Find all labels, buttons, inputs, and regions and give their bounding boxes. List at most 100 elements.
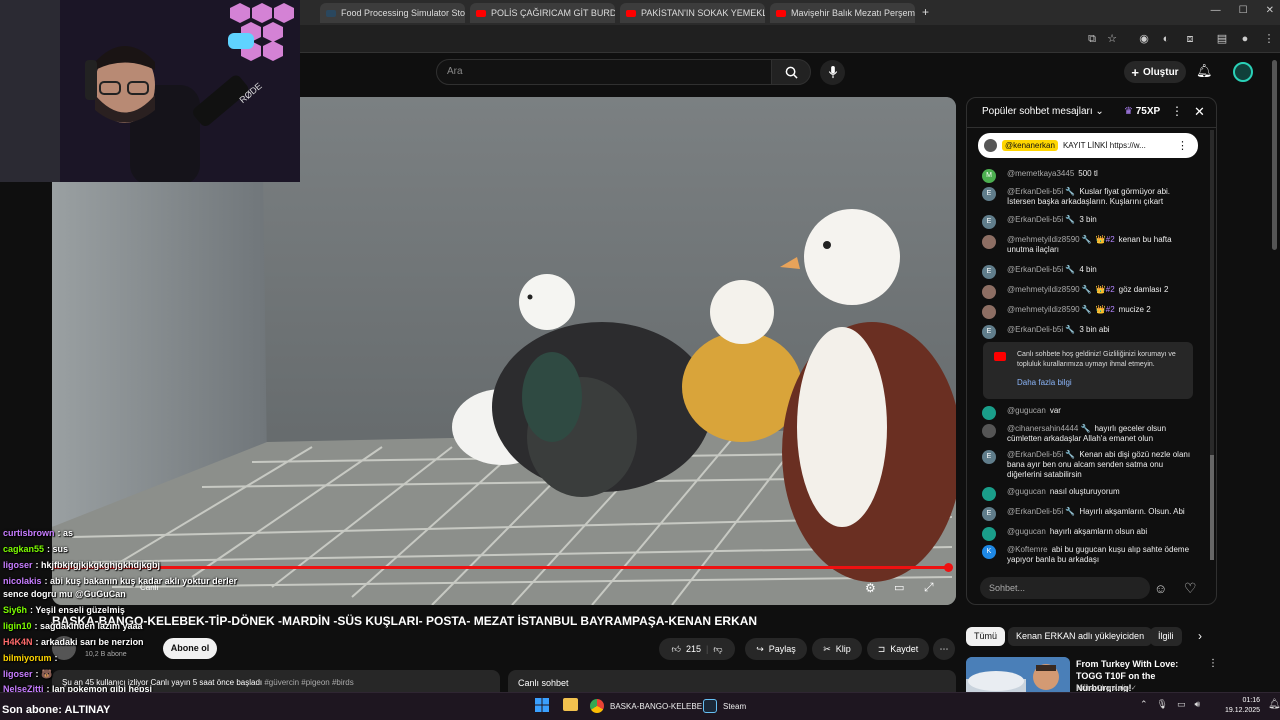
chip-all[interactable]: Tümü <box>966 627 1006 646</box>
tab-label: Mavişehir Balık Mezatı Perşemb <box>791 8 915 18</box>
like-count[interactable]: 215 <box>686 644 701 654</box>
thumbs-down-icon[interactable]: 👎︎ <box>713 644 722 655</box>
more-options-icon[interactable]: ⋮ <box>1208 658 1218 669</box>
chat-username[interactable]: @ErkanDeli-b5i 🔧 <box>1007 450 1075 459</box>
file-explorer-icon[interactable] <box>563 698 578 711</box>
overlay-chat-line: ligoser: 🐻 <box>3 669 52 680</box>
microphone-icon[interactable]: 🎙︎ <box>1157 699 1168 710</box>
chat-username[interactable]: @memetkaya3445 <box>1007 169 1074 178</box>
chevron-right-icon[interactable]: › <box>1198 629 1202 643</box>
chip-from-uploader[interactable]: Kenan ERKAN adlı yükleyiciden <box>1008 627 1153 646</box>
progress-scrubber-handle[interactable] <box>944 563 953 572</box>
chat-username[interactable]: @ErkanDeli-b5i 🔧 <box>1007 325 1075 334</box>
close-icon[interactable]: ✕ <box>1194 104 1205 120</box>
cast-icon[interactable]: ⧉ <box>1085 32 1099 46</box>
close-window-icon[interactable]: ✕ <box>1266 5 1274 16</box>
browser-tab[interactable]: Food Processing Simulator Sto ✕ <box>320 3 465 23</box>
thumbs-up-icon[interactable]: 👍︎ <box>672 644 681 655</box>
chat-message: @mehmetyildiz8590 🔧 👑#2 göz damlası 2 <box>982 285 1194 299</box>
extension-icon[interactable]: ◉ <box>1137 32 1151 46</box>
chat-input[interactable]: Sohbet... <box>980 577 1150 599</box>
chat-username[interactable]: @mehmetyildiz8590 🔧 <box>1007 285 1092 294</box>
subscribe-button[interactable]: Abone ol <box>163 638 217 659</box>
emoji-icon[interactable]: ☺ <box>1154 581 1167 596</box>
last-subscriber-banner: Son abone: ALTINAY <box>2 704 111 716</box>
bookmark-star-icon[interactable]: ☆ <box>1105 32 1119 46</box>
chat-message: E @ErkanDeli-b5i 🔧 Kuslar fiyat görmüyor … <box>982 187 1194 207</box>
avatar <box>982 527 996 541</box>
chat-scrollbar-thumb[interactable] <box>1210 455 1214 560</box>
xp-badge[interactable]: ♛ 75XP <box>1124 106 1160 117</box>
chat-mode-dropdown[interactable]: Popüler sohbet mesajları ⌄ <box>982 106 1104 117</box>
browser-tab[interactable]: Mavişehir Balık Mezatı Perşemb ✕ <box>770 3 915 23</box>
more-options-icon[interactable]: ⋮ <box>1171 104 1183 118</box>
subscriber-count: 10,2 B abone <box>85 651 127 658</box>
chat-username[interactable]: @gugucan <box>1007 406 1046 415</box>
chat-username[interactable]: @gugucan <box>1007 487 1046 496</box>
profile-icon[interactable]: ● <box>1238 32 1252 46</box>
theater-mode-icon[interactable]: ▭ <box>894 581 904 594</box>
fullscreen-icon[interactable]: ⤢ <box>924 580 934 595</box>
extensions-puzzle-icon[interactable]: ⧈ <box>1183 32 1197 46</box>
avatar: E <box>982 187 996 201</box>
create-button[interactable]: + Oluştur <box>1124 61 1186 83</box>
chat-username[interactable]: @ErkanDeli-b5i 🔧 <box>1007 215 1075 224</box>
browser-tab[interactable]: POLİS ÇAĞIRICAM GİT BURDAN ✕ <box>470 3 615 23</box>
chat-username[interactable]: @gugucan <box>1007 527 1046 536</box>
youtube-play-icon <box>994 352 1006 361</box>
taskbar-app-steam[interactable]: Steam <box>703 697 746 715</box>
overlay-text: : arkadaki sarı be nerzion <box>35 637 144 647</box>
chat-message: @gugucan var <box>982 406 1194 420</box>
search-input[interactable]: Ara <box>436 59 772 85</box>
more-options-icon[interactable]: ⋮ <box>1177 139 1188 152</box>
chat-username[interactable]: @mehmetyildiz8590 🔧 <box>1007 305 1092 314</box>
avatar <box>982 305 996 319</box>
browser-tab[interactable]: PAKİSTAN'IN SOKAK YEMEKLE ✕ <box>620 3 765 23</box>
chat-message: E @ErkanDeli-b5i 🔧 4 bin <box>982 265 1194 279</box>
chevron-up-icon[interactable]: ⌃ <box>1140 699 1148 710</box>
learn-more-link[interactable]: Daha fazla bilgi <box>1017 378 1185 388</box>
page-scrollbar-thumb[interactable] <box>1272 60 1277 250</box>
volume-icon[interactable]: 🔊︎ <box>1195 699 1201 710</box>
taskbar-app-chrome[interactable]: BASKA-BANGO-KELEBE <box>590 697 702 715</box>
notifications-bell-icon[interactable]: 🔔︎ <box>1196 63 1213 79</box>
overlay-text: : sus <box>47 544 69 554</box>
new-tab-button[interactable]: + <box>922 5 929 19</box>
clip-button[interactable]: ✂ Klip <box>812 638 862 660</box>
chat-username[interactable]: @ErkanDeli-b5i 🔧 <box>1007 187 1075 196</box>
pinned-user: @kenanerkan <box>1002 140 1058 151</box>
maximize-icon[interactable]: ☐ <box>1239 5 1248 16</box>
minimize-icon[interactable]: — <box>1211 5 1221 16</box>
taskbar-clock[interactable]: 01:16 19.12.2025 <box>1225 696 1260 716</box>
recommended-video-channel[interactable]: Misha Charoudin ✓ <box>1076 684 1137 692</box>
chat-text: Hayırlı akşamların. Olsun. Abi <box>1079 507 1185 516</box>
share-button[interactable]: ↪ Paylaş <box>745 638 807 660</box>
chat-username[interactable]: @ErkanDeli-b5i 🔧 <box>1007 507 1075 516</box>
windows-start-icon[interactable] <box>535 698 549 712</box>
hashtags[interactable]: #güvercin #pigeon #birds <box>264 678 353 687</box>
network-icon[interactable]: ▭ <box>1177 699 1186 710</box>
chat-message: @gugucan hayırlı akşamların olsun abi <box>982 527 1194 541</box>
chip-related[interactable]: İlgili <box>1150 627 1182 646</box>
chat-username[interactable]: @Koftemre <box>1007 545 1048 554</box>
browser-menu-icon[interactable]: ⋮ <box>1262 32 1276 46</box>
video-progress-bar[interactable] <box>52 566 948 569</box>
sidebar-icon[interactable]: ▤ <box>1215 32 1229 46</box>
pinned-message[interactable]: @kenanerkan KAYIT LİNKİ https://w... ⋮ <box>978 133 1198 158</box>
chat-username[interactable]: @mehmetyildiz8590 🔧 <box>1007 235 1092 244</box>
recommended-video-thumbnail[interactable] <box>966 657 1070 697</box>
chat-username[interactable]: @ErkanDeli-b5i 🔧 <box>1007 265 1075 274</box>
webcam-frame: RØDE <box>0 0 300 182</box>
save-button[interactable]: ⊐ Kaydet <box>867 638 929 660</box>
settings-gear-icon[interactable]: ⚙ <box>865 581 876 595</box>
notification-icon[interactable]: 🔔︎ <box>1268 699 1280 710</box>
account-avatar[interactable] <box>1233 62 1253 82</box>
heart-icon[interactable]: ♡ <box>1184 580 1197 597</box>
extension-icon[interactable]: ◐ <box>1159 32 1173 46</box>
chat-username[interactable]: @cihanersahin4444 🔧 <box>1007 424 1090 433</box>
more-actions-button[interactable]: ⋯ <box>933 638 955 660</box>
search-button[interactable] <box>771 59 811 85</box>
like-dislike-group: 👍︎ 215 | 👎︎ <box>659 638 735 660</box>
voice-search-button[interactable] <box>820 60 845 85</box>
overlay-username: bilmiyorum <box>3 653 52 663</box>
